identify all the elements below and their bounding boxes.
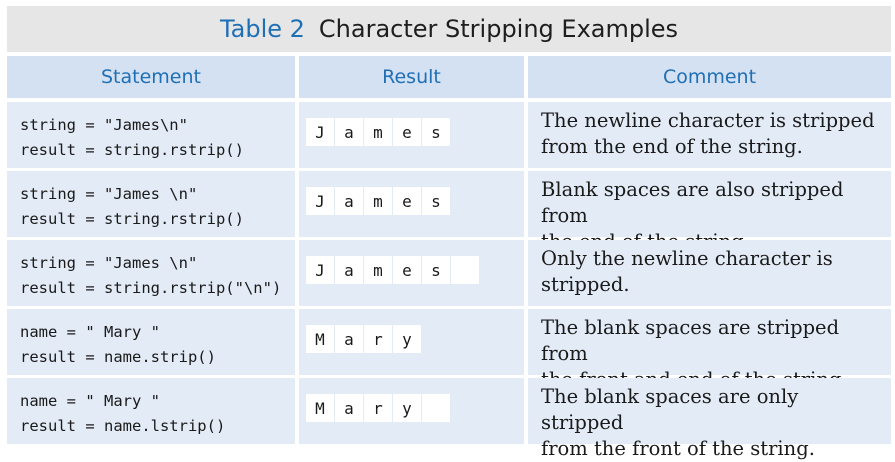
statement-code: string = "James\n" result = string.rstrip… (7, 102, 295, 163)
table-header: Statement Result Comment (7, 56, 891, 98)
table-row: string = "James\n" result = string.rstrip… (7, 102, 891, 168)
comment-line: Only the newline character is (541, 247, 833, 270)
result-char-box: M (306, 325, 335, 353)
column-header-statement: Statement (7, 56, 295, 98)
statement-line: result = string.rstrip() (20, 141, 244, 159)
statement-cell: name = " Mary " result = name.strip() (7, 309, 295, 375)
result-char-box: J (306, 118, 335, 146)
result-characters: James (306, 118, 524, 146)
table-title-text: Character Stripping Examples (318, 15, 679, 43)
statement-cell: string = "James \n" result = string.rstri… (7, 240, 295, 306)
statement-line: result = string.rstrip("\n") (20, 279, 282, 297)
statement-line: result = name.strip() (20, 348, 216, 366)
statement-code: name = " Mary " result = name.lstrip() (7, 378, 295, 439)
table-row: string = "James \n" result = string.rstri… (7, 240, 891, 306)
comment-cell: The blank spaces are only stripped from t… (528, 378, 891, 460)
statement-line: name = " Mary " (20, 323, 160, 341)
statement-cell: string = "James\n" result = string.rstrip… (7, 102, 295, 168)
result-char-box: m (364, 256, 393, 284)
comment-cell: Blank spaces are also stripped fromthe e… (528, 171, 891, 253)
comment-line: The blank spaces are only stripped (541, 385, 799, 434)
result-char-box: s (422, 256, 451, 284)
result-cell: Mary (299, 378, 524, 444)
table-number: Table 2 (219, 15, 305, 43)
comment-cell: The newline character is stripped from th… (528, 102, 891, 168)
result-char-box: s (422, 187, 451, 215)
result-char-box: r (364, 325, 393, 353)
statement-line: result = string.rstrip() (20, 210, 244, 228)
result-char-box: a (335, 394, 364, 422)
statement-line: string = "James \n" (20, 185, 198, 203)
table-row: name = " Mary " result = name.lstrip() Ma r… (7, 378, 891, 460)
result-cell: Mary (299, 309, 524, 375)
statement-code: string = "James \n" result = string.rstri… (7, 240, 295, 301)
table-row: string = "James \n" result = string.rstri… (7, 171, 891, 253)
comment-line: The blank spaces are stripped from (541, 316, 840, 365)
result-char-box: M (306, 394, 335, 422)
comment-line: Blank spaces are also stripped from (541, 178, 844, 227)
statement-code: string = "James \n" result = string.rstri… (7, 171, 295, 232)
comment-cell: Only the newline character is stripped. (528, 240, 891, 306)
comment-line: stripped. (541, 273, 630, 296)
result-char-box (422, 394, 451, 422)
result-characters: James (306, 256, 524, 284)
statement-line: name = " Mary " (20, 392, 160, 410)
statement-line: string = "James \n" (20, 254, 198, 272)
statement-code: name = " Mary " result = name.strip() (7, 309, 295, 370)
statement-cell: name = " Mary " result = name.lstrip() (7, 378, 295, 444)
result-char-box: a (335, 187, 364, 215)
result-char-box: a (335, 325, 364, 353)
column-header-result: Result (299, 56, 524, 98)
result-char-box: y (393, 325, 422, 353)
result-char-box: y (393, 394, 422, 422)
result-cell: James (299, 240, 524, 306)
comment-cell: The blank spaces are stripped fromthe fr… (528, 309, 891, 391)
table-row: name = " Mary " result = name.strip() Ma r y… (7, 309, 891, 391)
result-char-box: m (364, 187, 393, 215)
statement-line: result = name.lstrip() (20, 417, 226, 435)
result-char-box: J (306, 256, 335, 284)
result-char-box: J (306, 187, 335, 215)
result-cell: James (299, 102, 524, 168)
result-char-box: e (393, 187, 422, 215)
comment-line: from the end of the string. (541, 135, 803, 158)
result-characters: Mary (306, 325, 524, 353)
result-char-box: s (422, 118, 451, 146)
result-characters: James (306, 187, 524, 215)
result-char-box (451, 256, 480, 284)
result-char-box: a (335, 256, 364, 284)
statement-line: string = "James\n" (20, 116, 188, 134)
table-title: Table 2 Character Stripping Examples (7, 6, 891, 52)
result-char-box: e (393, 118, 422, 146)
result-char-box: a (335, 118, 364, 146)
comment-line: The newline character is stripped (541, 109, 875, 132)
column-header-comment: Comment (528, 56, 891, 98)
result-char-box: m (364, 118, 393, 146)
statement-cell: string = "James \n" result = string.rstri… (7, 171, 295, 237)
result-cell: James (299, 171, 524, 237)
result-char-box: e (393, 256, 422, 284)
comment-line: from the front of the string. (541, 437, 815, 460)
result-char-box: r (364, 394, 393, 422)
result-characters: Mary (306, 394, 524, 422)
